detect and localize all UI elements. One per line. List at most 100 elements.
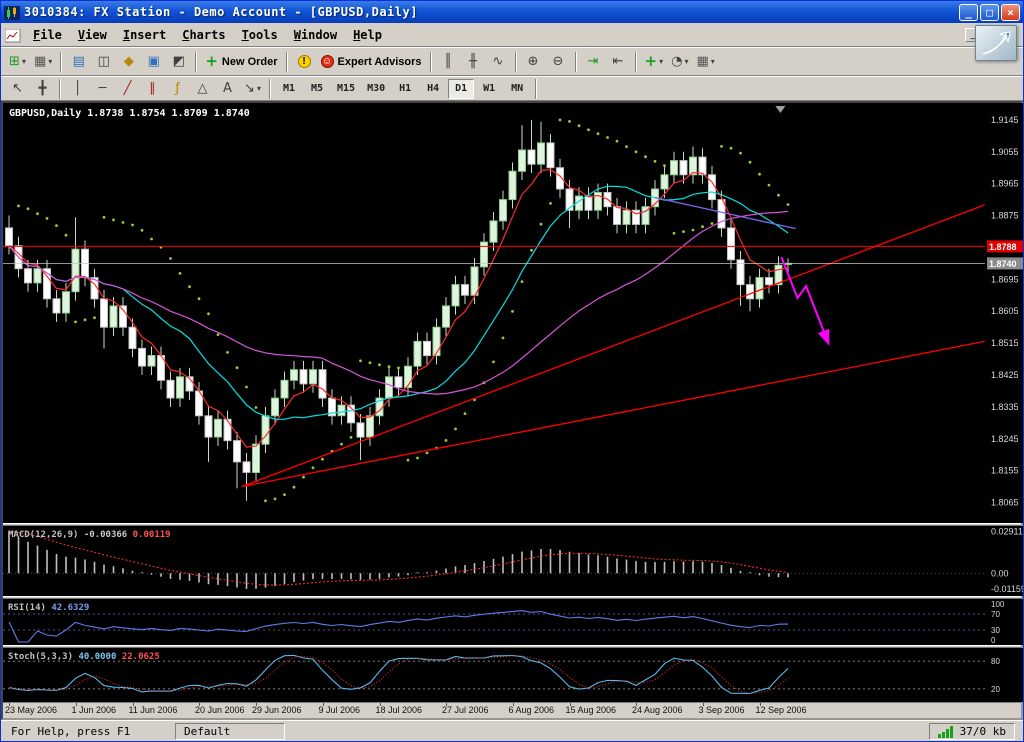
svg-text:0.00: 0.00 bbox=[991, 568, 1009, 578]
timeframe-h1[interactable]: H1 bbox=[392, 79, 418, 99]
connection-bars-icon bbox=[938, 726, 954, 738]
date-label: 15 Aug 2006 bbox=[566, 705, 617, 715]
terminal-button[interactable]: ▣ bbox=[142, 51, 165, 73]
svg-text:GBPUSD,Daily 1.8738 1.8754 1.8: GBPUSD,Daily 1.8738 1.8754 1.8709 1.8740 bbox=[9, 107, 250, 119]
toolbar-separator bbox=[269, 79, 271, 99]
zoom-in-button[interactable]: ⊕ bbox=[522, 51, 545, 73]
date-label: 6 Aug 2006 bbox=[509, 705, 555, 715]
channel-tool[interactable]: ∥ bbox=[141, 78, 164, 100]
timeframe-d1[interactable]: D1 bbox=[448, 79, 474, 99]
svg-text:1.8245: 1.8245 bbox=[991, 434, 1019, 444]
minimize-button[interactable]: _ bbox=[959, 4, 978, 21]
arrows-tool[interactable]: ↘▾ bbox=[241, 78, 264, 100]
navigator-button[interactable]: ◆ bbox=[117, 51, 140, 73]
dropdown-caret-icon: ▾ bbox=[257, 84, 261, 93]
connection-panel: 37/0 kb bbox=[929, 723, 1015, 740]
timeframe-h4[interactable]: H4 bbox=[420, 79, 446, 99]
data-window-button[interactable]: ◫ bbox=[92, 51, 115, 73]
svg-text:Stoch(5,3,3) 40.0000 22.0625: Stoch(5,3,3) 40.0000 22.0625 bbox=[8, 652, 160, 662]
bar-chart-button[interactable]: ║ bbox=[437, 51, 460, 73]
svg-text:1.8065: 1.8065 bbox=[991, 498, 1019, 508]
date-label: 27 Jul 2006 bbox=[442, 705, 489, 715]
menu-charts[interactable]: Charts bbox=[174, 26, 233, 44]
periods-button[interactable]: ◔▾ bbox=[668, 51, 691, 73]
new-order-button-icon: + bbox=[205, 54, 218, 69]
timeframe-m15[interactable]: M15 bbox=[332, 79, 360, 99]
main-chart[interactable]: 1.91451.90551.89651.88751.86951.86051.85… bbox=[3, 103, 1023, 523]
profile-name: Default bbox=[184, 725, 230, 738]
svg-text:1.9055: 1.9055 bbox=[991, 147, 1019, 157]
svg-text:0.02911: 0.02911 bbox=[991, 526, 1023, 536]
timeframe-m1[interactable]: M1 bbox=[276, 79, 302, 99]
svg-text:70: 70 bbox=[991, 610, 1000, 619]
shapes-tool[interactable]: △ bbox=[191, 78, 214, 100]
svg-text:1.9145: 1.9145 bbox=[991, 115, 1019, 125]
navigator-button-icon: ◆ bbox=[124, 55, 134, 68]
toolbar-separator bbox=[60, 52, 62, 72]
zoom-out-button[interactable]: ⊖ bbox=[547, 51, 570, 73]
fibonacci-tool[interactable]: ƒ bbox=[166, 78, 189, 100]
trendline-tool[interactable]: ╱ bbox=[116, 78, 139, 100]
auto-scroll-button-icon: ⇥ bbox=[588, 55, 599, 68]
expert-advisors-button-label: Expert Advisors bbox=[338, 56, 422, 68]
svg-text:1.8788: 1.8788 bbox=[989, 242, 1017, 252]
channel-tool-icon: ∥ bbox=[149, 82, 156, 95]
chart-window-icon[interactable] bbox=[5, 28, 21, 42]
profile-indicator[interactable]: Default bbox=[175, 723, 285, 740]
menu-view[interactable]: View bbox=[70, 26, 115, 44]
timeframe-mn[interactable]: MN bbox=[504, 79, 530, 99]
close-button[interactable]: × bbox=[1001, 4, 1020, 21]
new-order-button[interactable]: +New Order bbox=[202, 51, 280, 73]
menu-window[interactable]: Window bbox=[286, 26, 345, 44]
dropdown-caret-icon: ▾ bbox=[48, 57, 52, 66]
horizontal-line-tool[interactable]: ─ bbox=[91, 78, 114, 100]
zoom-in-button-icon: ⊕ bbox=[528, 55, 539, 68]
strategy-tester-button[interactable]: ◩ bbox=[167, 51, 190, 73]
horizontal-line-tool-icon: ─ bbox=[99, 82, 107, 95]
time-axis[interactable]: 23 May 20061 Jun 200611 Jun 200620 Jun 2… bbox=[3, 702, 1021, 718]
text-tool[interactable]: A bbox=[216, 78, 239, 100]
templates-button[interactable]: ▦▾ bbox=[693, 51, 717, 73]
chart-shift-button[interactable]: ⇤ bbox=[607, 51, 630, 73]
new-chart-button[interactable]: ⊞▾ bbox=[6, 51, 29, 73]
expert-advisors-button[interactable]: ☺Expert Advisors bbox=[318, 51, 425, 73]
timeframe-m30[interactable]: M30 bbox=[362, 79, 390, 99]
line-chart-button-icon: ∿ bbox=[493, 55, 504, 68]
line-chart-button[interactable]: ∿ bbox=[487, 51, 510, 73]
dropdown-caret-icon: ▾ bbox=[659, 57, 663, 66]
date-label: 9 Jul 2006 bbox=[319, 705, 361, 715]
stoch-panel[interactable]: 8020Stoch(5,3,3) 40.0000 22.0625 bbox=[3, 648, 1023, 702]
macd-panel[interactable]: 0.029110.00-0.01159MACD(12,26,9) -0.0036… bbox=[3, 526, 1023, 596]
svg-text:20: 20 bbox=[991, 685, 1000, 694]
svg-text:1.8965: 1.8965 bbox=[991, 179, 1019, 189]
timeframe-m5[interactable]: M5 bbox=[304, 79, 330, 99]
cursor-tool[interactable]: ↖ bbox=[6, 78, 29, 100]
svg-text:0: 0 bbox=[991, 636, 996, 645]
metaeditor-alert-button[interactable]: ! bbox=[293, 51, 316, 73]
menu-tools[interactable]: Tools bbox=[234, 26, 286, 44]
indicators-button[interactable]: +▾ bbox=[642, 51, 667, 73]
rsi-panel[interactable]: 10070300RSI(14) 42.6329 bbox=[3, 599, 1023, 645]
mouse-cursor-graphic bbox=[975, 25, 1017, 61]
bar-chart-button-icon: ║ bbox=[444, 55, 452, 68]
profiles-button[interactable]: ▦▾ bbox=[31, 51, 55, 73]
date-label: 11 Jun 2006 bbox=[129, 705, 178, 715]
menu-help[interactable]: Help bbox=[345, 26, 390, 44]
timeframe-w1[interactable]: W1 bbox=[476, 79, 502, 99]
menu-insert[interactable]: Insert bbox=[115, 26, 174, 44]
app-icon bbox=[4, 5, 20, 19]
toolbar-standard: ⊞▾▦▾▤◫◆▣◩+New Order!☺Expert Advisors║╫∿⊕… bbox=[1, 47, 1023, 76]
toolbar-line-studies: ↖╋ │ ─ ╱ ∥ ƒ△A↘▾ M1M5M15M30H1H4D1W1MN bbox=[1, 76, 1023, 101]
title-bar[interactable]: 3010384: FX Station - Demo Account - [GB… bbox=[1, 1, 1023, 23]
trendline-tool-icon: ╱ bbox=[124, 82, 132, 95]
maximize-button[interactable]: □ bbox=[980, 4, 999, 21]
svg-text:RSI(14) 42.6329: RSI(14) 42.6329 bbox=[8, 603, 89, 613]
date-label: 12 Sep 2006 bbox=[756, 705, 807, 715]
menu-file[interactable]: File bbox=[25, 26, 70, 44]
market-watch-button[interactable]: ▤ bbox=[67, 51, 90, 73]
crosshair-tool[interactable]: ╋ bbox=[31, 78, 54, 100]
candlestick-chart-button[interactable]: ╫ bbox=[462, 51, 485, 73]
auto-scroll-button[interactable]: ⇥ bbox=[582, 51, 605, 73]
vertical-line-tool[interactable]: │ bbox=[66, 78, 89, 100]
terminal-button-icon: ▣ bbox=[148, 55, 160, 68]
